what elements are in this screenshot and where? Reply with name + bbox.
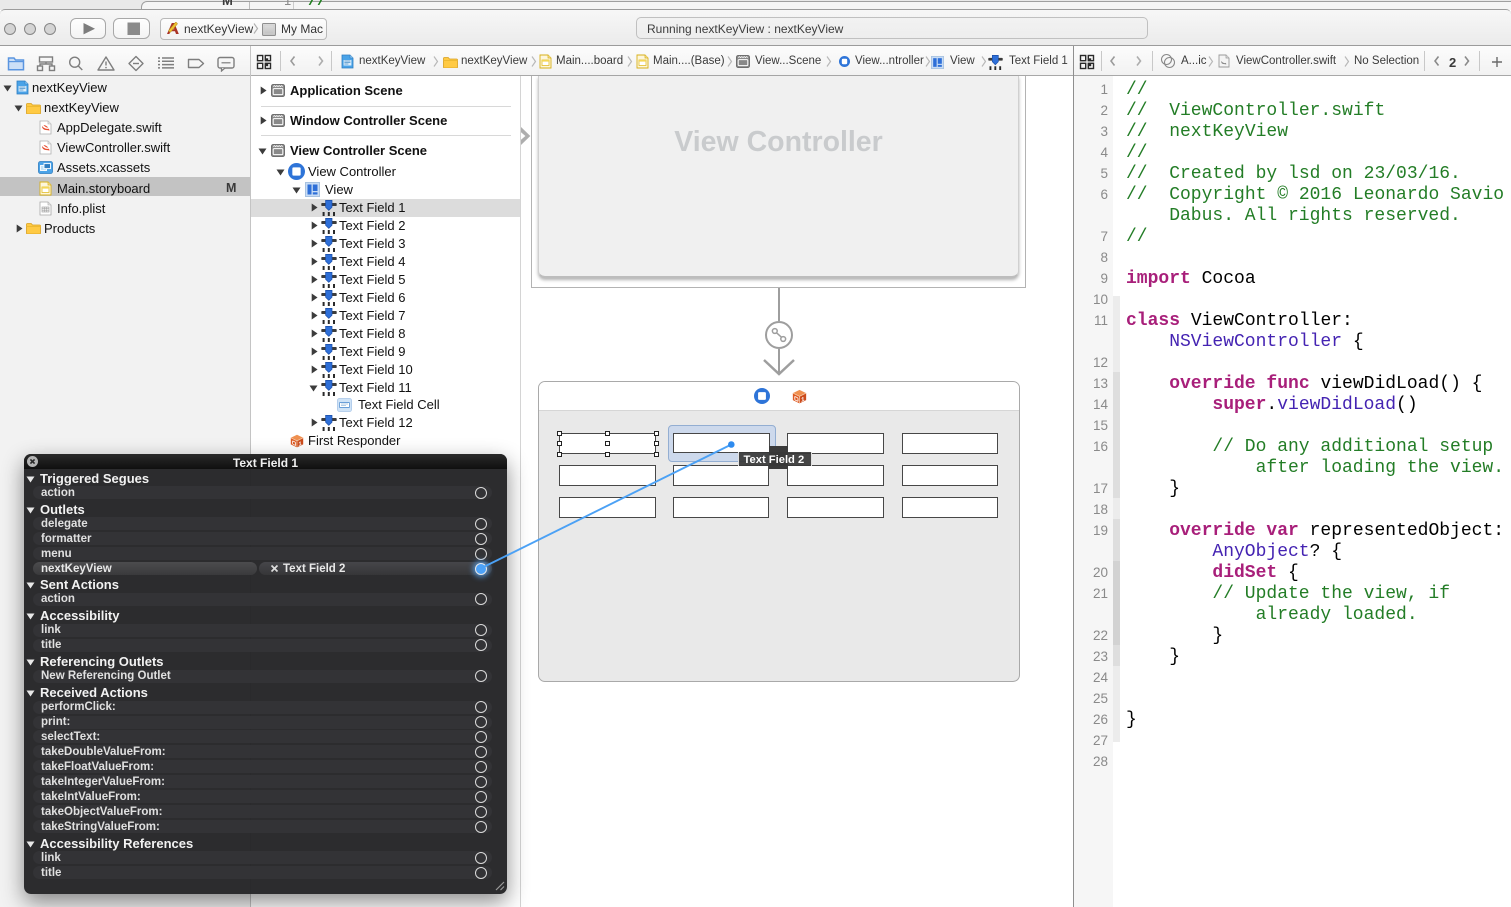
svg-text:1: 1 xyxy=(801,395,805,403)
